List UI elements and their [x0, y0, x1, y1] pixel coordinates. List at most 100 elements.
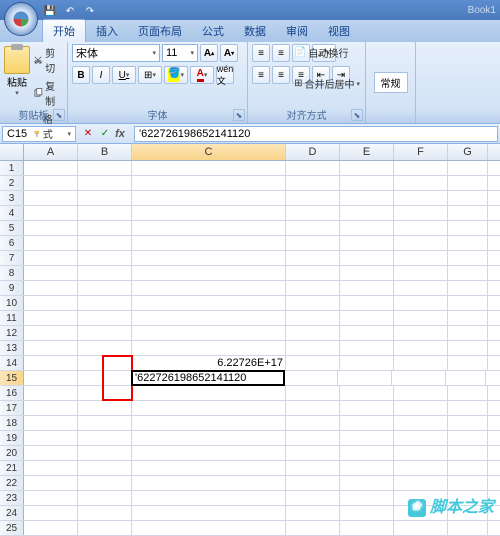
cell-A12[interactable]: [24, 326, 78, 340]
cell-C25[interactable]: [132, 521, 286, 535]
cell-E8[interactable]: [340, 266, 394, 280]
align-launcher[interactable]: ⬊: [351, 109, 363, 121]
cell-F19[interactable]: [394, 431, 448, 445]
cell-A11[interactable]: [24, 311, 78, 325]
cell-G14[interactable]: [448, 356, 488, 370]
cell-B11[interactable]: [78, 311, 132, 325]
cell-C17[interactable]: [132, 401, 286, 415]
cell-D13[interactable]: [286, 341, 340, 355]
row-header-15[interactable]: 15: [0, 371, 24, 385]
col-header-C[interactable]: C: [132, 144, 286, 160]
cell-B22[interactable]: [78, 476, 132, 490]
cell-F12[interactable]: [394, 326, 448, 340]
cell-B25[interactable]: [78, 521, 132, 535]
row-header-3[interactable]: 3: [0, 191, 24, 205]
row-header-22[interactable]: 22: [0, 476, 24, 490]
cell-F11[interactable]: [394, 311, 448, 325]
phonetic-button[interactable]: wén文: [216, 66, 234, 84]
cell-E1[interactable]: [340, 161, 394, 175]
cell-B6[interactable]: [78, 236, 132, 250]
cell-F17[interactable]: [394, 401, 448, 415]
cell-C18[interactable]: [132, 416, 286, 430]
cell-C15[interactable]: '622726198652141120: [131, 370, 285, 386]
cell-F22[interactable]: [394, 476, 448, 490]
undo-icon[interactable]: ↶: [62, 4, 78, 18]
row-header-13[interactable]: 13: [0, 341, 24, 355]
cell-B8[interactable]: [78, 266, 132, 280]
cell-F3[interactable]: [394, 191, 448, 205]
cell-A21[interactable]: [24, 461, 78, 475]
row-header-5[interactable]: 5: [0, 221, 24, 235]
save-icon[interactable]: 💾: [42, 4, 58, 18]
cell-D19[interactable]: [286, 431, 340, 445]
cell-F13[interactable]: [394, 341, 448, 355]
merge-center-button[interactable]: ⊞合并后居中▾: [293, 75, 361, 92]
cell-D17[interactable]: [286, 401, 340, 415]
tab-6[interactable]: 视图: [318, 20, 360, 42]
font-launcher[interactable]: ⬊: [233, 109, 245, 121]
cell-A18[interactable]: [24, 416, 78, 430]
cell-D18[interactable]: [286, 416, 340, 430]
cancel-icon[interactable]: ✕: [80, 126, 96, 142]
cell-G11[interactable]: [448, 311, 488, 325]
cell-A3[interactable]: [24, 191, 78, 205]
cell-C13[interactable]: [132, 341, 286, 355]
cell-E22[interactable]: [340, 476, 394, 490]
row-header-21[interactable]: 21: [0, 461, 24, 475]
cell-E13[interactable]: [340, 341, 394, 355]
cell-F21[interactable]: [394, 461, 448, 475]
cell-B18[interactable]: [78, 416, 132, 430]
cut-button[interactable]: 剪切: [32, 44, 63, 76]
italic-button[interactable]: I: [92, 66, 110, 84]
cell-G7[interactable]: [448, 251, 488, 265]
row-header-18[interactable]: 18: [0, 416, 24, 430]
clipboard-launcher[interactable]: ⬊: [53, 109, 65, 121]
align-top-button[interactable]: ≡: [252, 44, 270, 62]
tab-5[interactable]: 审阅: [276, 20, 318, 42]
cell-D23[interactable]: [286, 491, 340, 505]
cell-C3[interactable]: [132, 191, 286, 205]
cell-D21[interactable]: [286, 461, 340, 475]
cell-D25[interactable]: [286, 521, 340, 535]
cell-A23[interactable]: [24, 491, 78, 505]
cell-A20[interactable]: [24, 446, 78, 460]
font-size-select[interactable]: 11▾: [162, 44, 198, 62]
cell-G17[interactable]: [448, 401, 488, 415]
cell-F16[interactable]: [394, 386, 448, 400]
row-header-24[interactable]: 24: [0, 506, 24, 520]
cell-B16[interactable]: [78, 386, 132, 400]
cell-D10[interactable]: [286, 296, 340, 310]
cell-B20[interactable]: [78, 446, 132, 460]
cell-F4[interactable]: [394, 206, 448, 220]
cell-E9[interactable]: [340, 281, 394, 295]
cell-A8[interactable]: [24, 266, 78, 280]
cell-C20[interactable]: [132, 446, 286, 460]
cell-D22[interactable]: [286, 476, 340, 490]
cell-B7[interactable]: [78, 251, 132, 265]
col-header-G[interactable]: G: [448, 144, 488, 160]
tab-0[interactable]: 开始: [42, 19, 86, 42]
cell-D20[interactable]: [286, 446, 340, 460]
cell-B14[interactable]: [78, 356, 132, 370]
cell-G21[interactable]: [448, 461, 488, 475]
cell-E25[interactable]: [340, 521, 394, 535]
cell-B10[interactable]: [78, 296, 132, 310]
cell-F8[interactable]: [394, 266, 448, 280]
cell-E18[interactable]: [340, 416, 394, 430]
cell-E4[interactable]: [340, 206, 394, 220]
cell-E5[interactable]: [340, 221, 394, 235]
cell-G1[interactable]: [448, 161, 488, 175]
cell-B13[interactable]: [78, 341, 132, 355]
cell-F6[interactable]: [394, 236, 448, 250]
cell-A1[interactable]: [24, 161, 78, 175]
cell-C8[interactable]: [132, 266, 286, 280]
redo-icon[interactable]: ↷: [82, 4, 98, 18]
paste-button[interactable]: 粘贴 ▾: [4, 44, 30, 157]
col-header-A[interactable]: A: [24, 144, 78, 160]
cell-B15[interactable]: [78, 371, 132, 385]
cell-B1[interactable]: [78, 161, 132, 175]
cell-B2[interactable]: [78, 176, 132, 190]
cell-E12[interactable]: [340, 326, 394, 340]
font-color-button[interactable]: A▾: [190, 66, 214, 84]
office-button[interactable]: [4, 2, 38, 36]
